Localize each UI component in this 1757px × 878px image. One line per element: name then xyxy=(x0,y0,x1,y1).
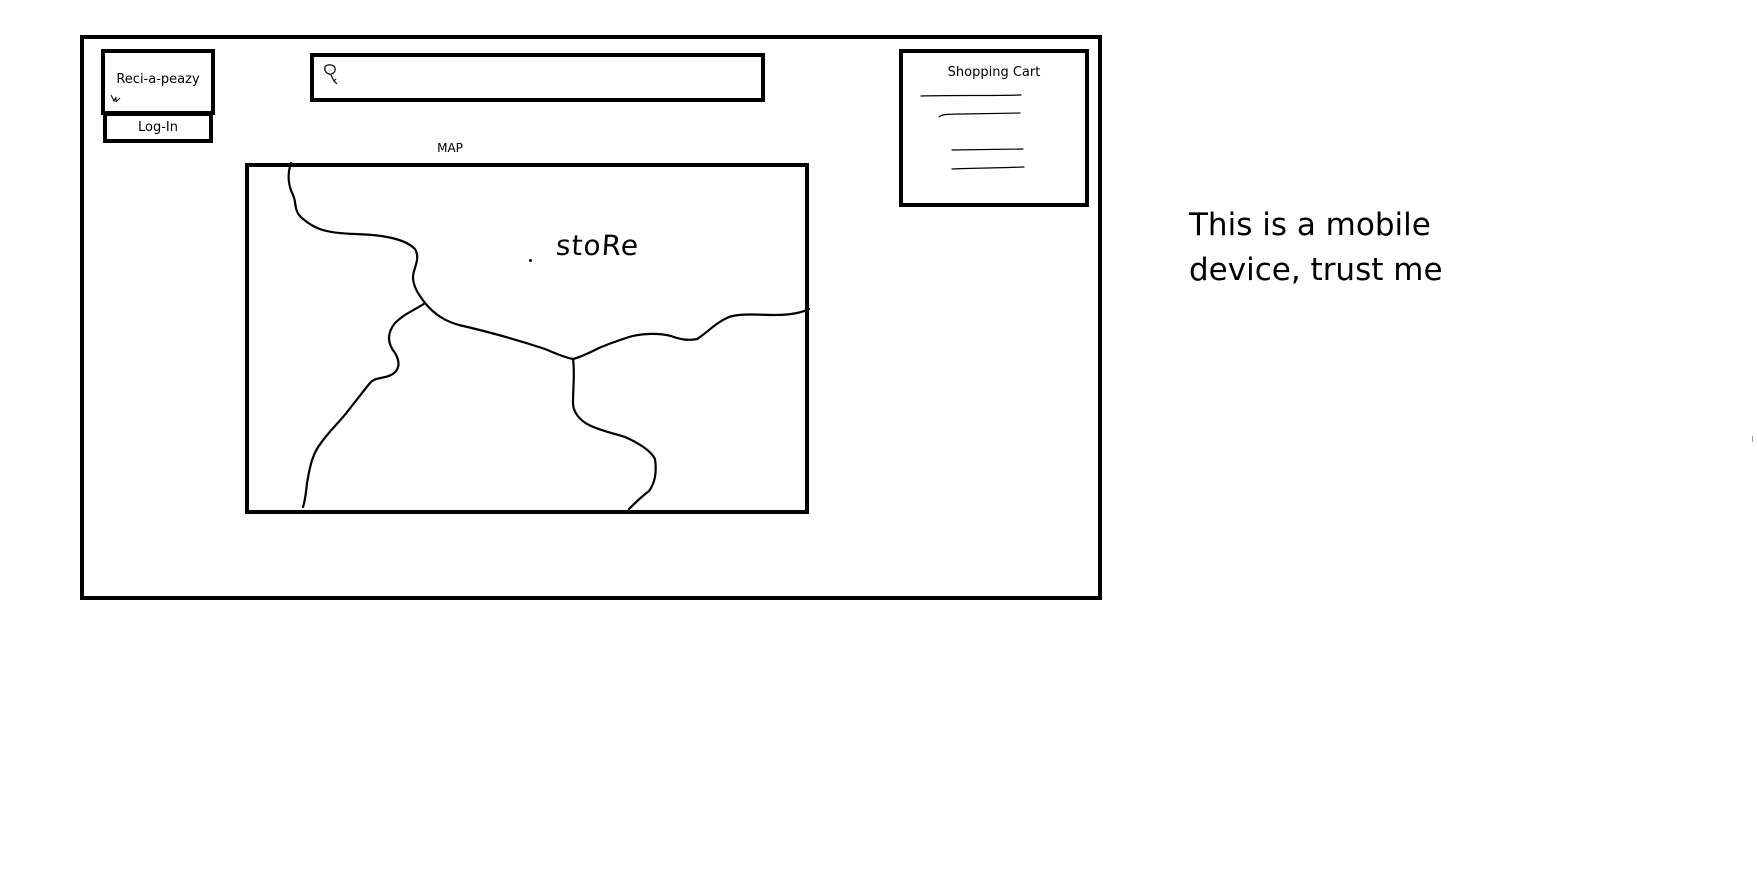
edge-mark xyxy=(1752,436,1756,442)
map-road xyxy=(301,301,427,509)
store-label: stoRe xyxy=(554,229,641,262)
cart-items xyxy=(920,94,1025,170)
map-area[interactable]: stoRe xyxy=(245,161,811,514)
store-location-marker[interactable] xyxy=(529,259,532,262)
login-button-label: Log-In xyxy=(138,120,178,135)
map-label: MAP xyxy=(437,141,463,155)
cart-item-line xyxy=(938,112,1021,118)
search-bar[interactable] xyxy=(310,53,765,102)
shopping-cart[interactable]: Shopping Cart xyxy=(899,49,1089,207)
map-roads xyxy=(287,161,811,511)
map-road xyxy=(571,357,657,511)
side-note: This is a mobile device, trust me xyxy=(1189,207,1443,288)
cart-item-line xyxy=(920,94,1022,97)
search-input[interactable] xyxy=(350,61,755,97)
login-button[interactable]: Log-In xyxy=(103,112,213,143)
map-road xyxy=(571,307,811,361)
logo-mark-icon xyxy=(110,94,121,103)
cart-item-line xyxy=(951,148,1024,151)
logo[interactable]: Reci-a-peazy xyxy=(101,49,215,115)
logo-text: Reci-a-peazy xyxy=(116,72,200,87)
search-icon xyxy=(324,64,338,85)
cart-item-line xyxy=(951,166,1025,170)
